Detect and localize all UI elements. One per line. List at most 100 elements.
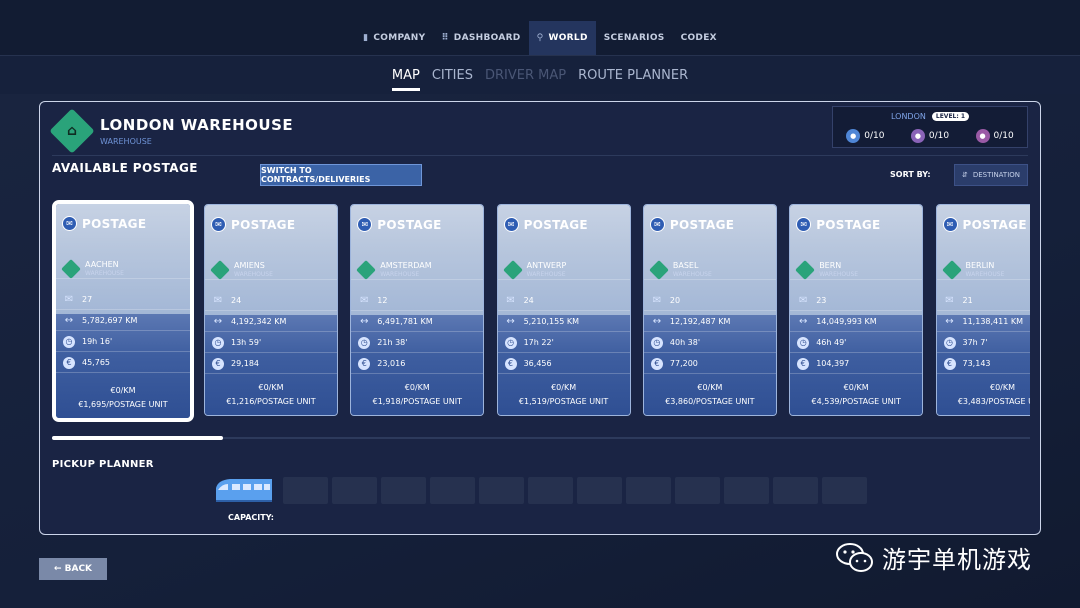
time-value: 46h 49' (816, 338, 847, 347)
wagon-slot[interactable] (724, 477, 769, 504)
distance-value: 11,138,411 KM (962, 317, 1024, 326)
scrollbar-thumb[interactable] (52, 436, 224, 440)
postage-card[interactable]: ✉ POSTAGE BERN WAREHOUSE ✉ 23 ↔ 14,049,9… (789, 204, 924, 416)
city-stat-value: 0/10 (864, 131, 885, 141)
euro-icon: € (943, 357, 956, 370)
postage-card[interactable]: ✉ POSTAGE AMSTERDAM WAREHOUSE ✉ 12 ↔ 6,4… (350, 204, 485, 416)
wagon-slot[interactable] (626, 477, 671, 504)
envelope-icon: ✉ (357, 217, 373, 232)
nav-codex[interactable]: CODEX (673, 21, 725, 55)
wagon-slot[interactable] (773, 477, 818, 504)
wagon-slot[interactable] (675, 477, 720, 504)
euro-icon: € (504, 357, 517, 370)
distance-arrows-icon: ↔ (945, 316, 954, 327)
cargo-icon: ● (975, 129, 990, 143)
destination-name: BERLIN (965, 261, 995, 270)
time-row: ◷ 21h 38' (351, 333, 484, 353)
destination-row: BERLIN WAREHOUSE (936, 259, 1030, 280)
wagon-slot[interactable] (332, 477, 377, 504)
card-title: POSTAGE (816, 217, 881, 232)
carousel-scrollbar[interactable] (52, 436, 1030, 440)
time-value: 40h 38' (669, 338, 701, 347)
money-value: 23,016 (377, 359, 406, 368)
money-value: 77,200 (669, 359, 698, 368)
unit-price: €3,483/POSTAGE UNIT (957, 397, 1030, 406)
back-button[interactable]: ← BACK (39, 558, 107, 580)
postage-card[interactable]: ✉ POSTAGE AACHEN WAREHOUSE ✉ 27 ↔ 5,782,… (52, 200, 194, 422)
rate-per-km: €0/KM (989, 383, 1016, 392)
card-footer: €0/KM €1,216/POSTAGE UNIT (205, 381, 337, 409)
wagon-slot[interactable] (822, 477, 867, 504)
euro-icon: € (212, 357, 224, 370)
destination-type: WAREHOUSE (965, 271, 1005, 278)
nav-scenarios[interactable]: SCENARIOS (596, 21, 673, 55)
distance-value: 5,782,697 KM (82, 316, 138, 325)
nav-label: COMPANY (373, 33, 426, 43)
tab-cities[interactable]: CITIES (432, 62, 473, 89)
sort-by-label: SORT BY: (890, 170, 931, 179)
city-status-box[interactable]: LONDON LEVEL: 1 ● 0/10 ● 0/10 ● 0/10 (832, 106, 1028, 148)
warehouse-icon (795, 259, 816, 280)
mail-icon: ✉ (798, 295, 808, 306)
postage-card[interactable]: ✉ POSTAGE BASEL WAREHOUSE ✉ 20 ↔ 12,192,… (642, 204, 777, 416)
wagon-slot[interactable] (430, 477, 475, 504)
money-row: € 104,397 (790, 354, 923, 374)
card-footer: €0/KM €3,860/POSTAGE UNIT (644, 381, 776, 409)
warehouse-icon (648, 259, 669, 280)
sort-dropdown[interactable]: ⇵ DESTINATION (954, 164, 1028, 186)
switch-contracts-button[interactable]: SWITCH TO CONTRACTS/DELIVERIES (260, 164, 422, 186)
train-icon (216, 479, 272, 502)
warehouse-icon (356, 259, 377, 280)
destination-name: ANTWERP (526, 261, 567, 270)
card-title: POSTAGE (523, 217, 588, 232)
distance-value: 4,192,342 KM (231, 317, 287, 326)
postage-cards-carousel[interactable]: ✉ POSTAGE AACHEN WAREHOUSE ✉ 27 ↔ 5,782,… (52, 200, 1030, 422)
money-value: 73,143 (962, 359, 991, 368)
wagon-slot[interactable] (528, 477, 573, 504)
distance-value: 14,049,993 KM (816, 317, 877, 326)
tab-driver-map[interactable]: DRIVER MAP (485, 62, 566, 89)
postage-card[interactable]: ✉ POSTAGE ANTWERP WAREHOUSE ✉ 24 ↔ 5,210… (496, 204, 631, 416)
time-row: ◷ 37h 7' (936, 333, 1030, 353)
nav-world[interactable]: ⚲ WORLD (528, 21, 596, 55)
wagon-slot[interactable] (479, 477, 524, 504)
units-value: 24 (231, 296, 242, 305)
units-value: 21 (962, 296, 973, 305)
city-stat: ● 0/10 (846, 129, 884, 143)
sort-value: DESTINATION (972, 171, 1021, 179)
money-row: € 36,456 (497, 354, 630, 374)
wagon-slot[interactable] (283, 477, 328, 504)
nav-dashboard[interactable]: ⠿ DASHBOARD (433, 21, 528, 55)
time-row: ◷ 13h 59' (205, 333, 337, 353)
wagon-slot[interactable] (577, 477, 622, 504)
money-row: € 45,765 (56, 353, 190, 373)
city-stat: ● 0/10 (975, 129, 1014, 143)
card-header: ✉ POSTAGE (796, 217, 880, 232)
distance-row: ↔ 14,049,993 KM (790, 312, 923, 332)
destination-type: WAREHOUSE (672, 271, 712, 278)
card-title: POSTAGE (377, 217, 442, 232)
card-title: POSTAGE (231, 217, 296, 232)
top-navigation: ▮ COMPANY ⠿ DASHBOARD ⚲ WORLD SCENARIOS CODEX (0, 0, 1080, 56)
euro-icon: € (797, 357, 810, 370)
wagon-slot[interactable] (381, 477, 426, 504)
card-header: ✉ POSTAGE (62, 216, 146, 231)
money-row: € 77,200 (643, 354, 776, 374)
tab-map[interactable]: MAP (391, 62, 420, 91)
unit-price: €3,860/POSTAGE UNIT (665, 397, 755, 406)
euro-icon: € (358, 357, 371, 370)
money-value: 104,397 (816, 359, 850, 368)
time-value: 13h 59' (231, 338, 262, 347)
tab-route-planner[interactable]: ROUTE PLANNER (578, 62, 688, 89)
unit-price: €1,216/POSTAGE UNIT (226, 397, 316, 406)
destination-row: AMSTERDAM WAREHOUSE (351, 259, 484, 280)
time-value: 37h 7' (962, 338, 988, 347)
euro-icon: € (63, 356, 75, 369)
distance-value: 6,491,781 KM (377, 317, 433, 326)
postage-card[interactable]: ✉ POSTAGE BERLIN WAREHOUSE ✉ 21 ↔ 11,138… (935, 204, 1030, 416)
units-row: ✉ 24 (205, 291, 337, 311)
postage-card[interactable]: ✉ POSTAGE AMIENS WAREHOUSE ✉ 24 ↔ 4,192,… (204, 204, 338, 416)
distance-row: ↔ 6,491,781 KM (351, 312, 484, 332)
card-title: POSTAGE (962, 217, 1027, 232)
nav-company[interactable]: ▮ COMPANY (355, 21, 433, 55)
